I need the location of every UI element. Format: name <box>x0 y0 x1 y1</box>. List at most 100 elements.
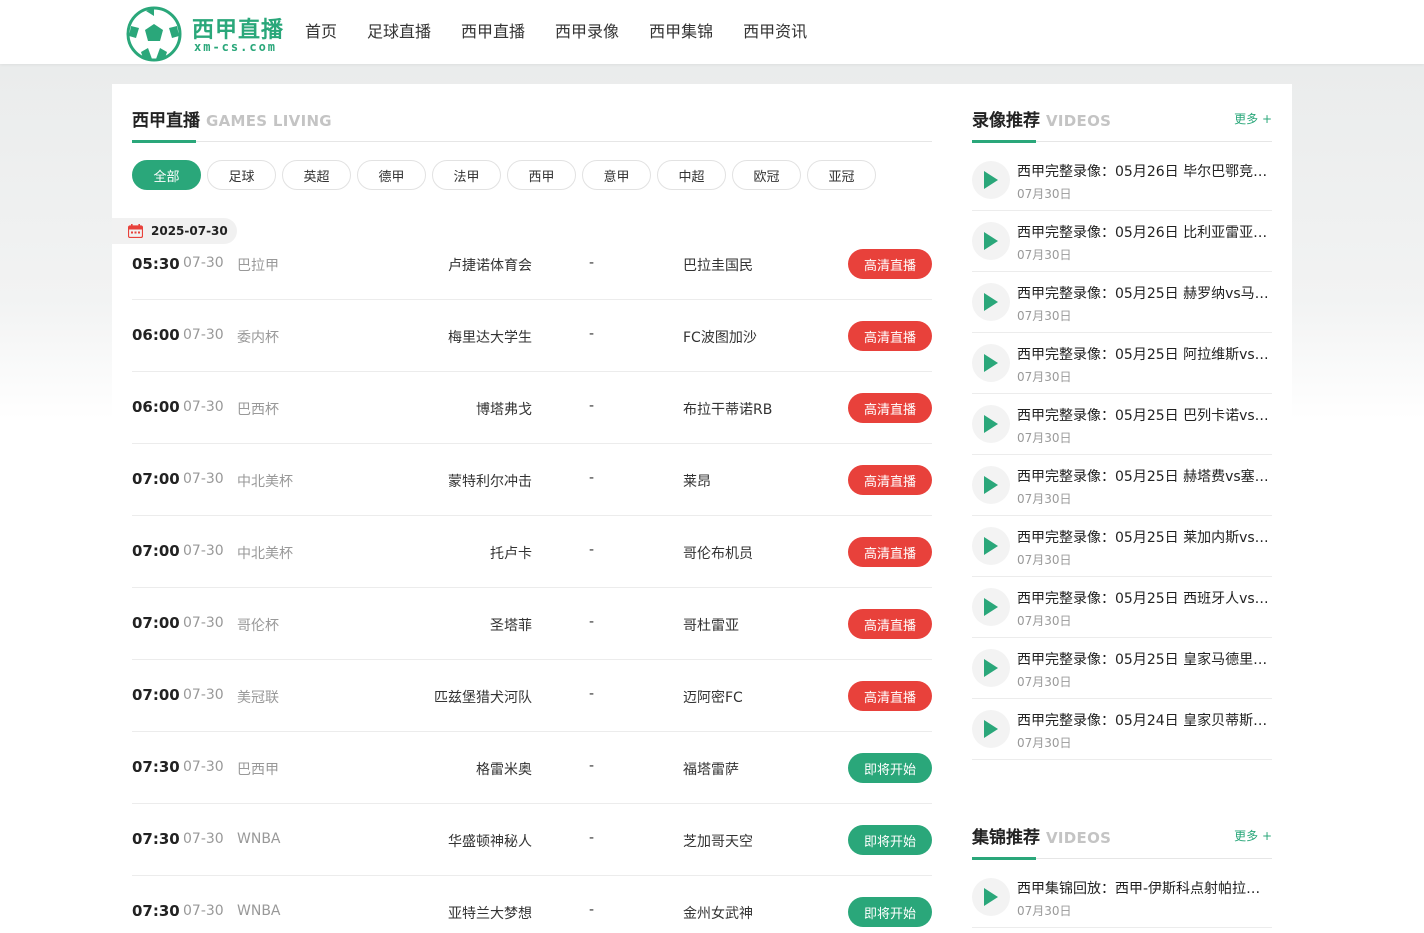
match-time: 07:00 <box>132 542 180 560</box>
away-team: 哥杜雷亚 <box>683 618 739 634</box>
hd-live-button[interactable]: 高清直播 <box>848 321 932 351</box>
match-league: 巴西甲 <box>237 762 279 778</box>
filter-ucl[interactable]: 欧冠 <box>732 160 801 190</box>
match-row[interactable]: 07:30 07-30 WNBA 华盛顿神秘人 - 芝加哥天空 即将开始 <box>132 804 932 876</box>
home-team: 卢捷诺体育会 <box>448 258 532 274</box>
starting-soon-button[interactable]: 即将开始 <box>848 753 932 783</box>
match-date: 07-30 <box>183 255 224 271</box>
nav-item-football-live[interactable]: 足球直播 <box>352 0 446 64</box>
match-league: 中北美杯 <box>237 474 293 490</box>
live-schedule-card: 西甲直播 GAMES LIVING 全部 足球 英超 德甲 法甲 西甲 意甲 中超… <box>112 84 952 933</box>
starting-soon-button[interactable]: 即将开始 <box>848 825 932 855</box>
video-title: 西甲完整录像：05月24日 皇家贝蒂斯vs瓦伦西亚 <box>1017 713 1269 729</box>
section-underline <box>132 140 196 143</box>
video-date: 07月30日 <box>1017 736 1072 750</box>
highlight-item[interactable]: 西甲集锦回放：西甲-伊斯科点射帕拉西奥斯破门 07月30日 <box>972 867 1272 928</box>
match-row[interactable]: 07:00 07-30 中北美杯 托卢卡 - 哥伦布机员 高清直播 <box>132 516 932 588</box>
match-row[interactable]: 07:30 07-30 WNBA 亚特兰大梦想 - 金州女武神 即将开始 <box>132 876 932 933</box>
video-date: 07月30日 <box>1017 614 1072 628</box>
match-league: 中北美杯 <box>237 546 293 562</box>
hd-live-button[interactable]: 高清直播 <box>848 465 932 495</box>
match-time: 06:00 <box>132 398 180 416</box>
match-row[interactable]: 06:00 07-30 巴西杯 博塔弗戈 - 布拉干蒂诺RB 高清直播 <box>132 372 932 444</box>
section-title: 录像推荐 <box>972 111 1040 131</box>
nav-item-laliga-live[interactable]: 西甲直播 <box>446 0 540 64</box>
soccer-ball-icon <box>126 6 182 62</box>
nav-item-laliga-news[interactable]: 西甲资讯 <box>728 0 822 64</box>
filter-laliga[interactable]: 西甲 <box>507 160 576 190</box>
match-date: 07-30 <box>183 327 224 343</box>
match-row[interactable]: 07:00 07-30 美冠联 匹兹堡猎犬河队 - 迈阿密FC 高清直播 <box>132 660 932 732</box>
match-row[interactable]: 07:00 07-30 哥伦杯 圣塔菲 - 哥杜雷亚 高清直播 <box>132 588 932 660</box>
match-date: 07-30 <box>183 903 224 919</box>
video-item[interactable]: 西甲完整录像：05月25日 阿拉维斯vs奥萨苏纳 07月30日 <box>972 333 1272 394</box>
match-league: 巴西杯 <box>237 402 279 418</box>
nav-item-laliga-replay[interactable]: 西甲录像 <box>540 0 634 64</box>
match-time: 07:00 <box>132 614 180 632</box>
videos-section-header: 录像推荐 VIDEOS 更多 + <box>972 106 1272 143</box>
filter-serie-a[interactable]: 意甲 <box>582 160 651 190</box>
match-time: 07:30 <box>132 758 180 776</box>
hd-live-button[interactable]: 高清直播 <box>848 393 932 423</box>
match-league: 巴拉甲 <box>237 258 279 274</box>
play-icon <box>972 466 1010 504</box>
videos-recommend-card: 录像推荐 VIDEOS 更多 + 西甲完整录像：05月26日 毕尔巴鄂竞技vs塞尔… <box>952 84 1292 780</box>
filter-csl[interactable]: 中超 <box>657 160 726 190</box>
more-videos-link[interactable]: 更多 + <box>1234 110 1272 127</box>
play-icon <box>972 161 1010 199</box>
match-league: WNBA <box>237 831 281 847</box>
nav-item-home[interactable]: 首页 <box>290 0 352 64</box>
hd-live-button[interactable]: 高清直播 <box>848 249 932 279</box>
highlight-date: 07月30日 <box>1017 904 1072 918</box>
filter-football[interactable]: 足球 <box>207 160 276 190</box>
hd-live-button[interactable]: 高清直播 <box>848 681 932 711</box>
match-league: WNBA <box>237 903 281 919</box>
schedule-date: 2025-07-30 <box>151 224 228 238</box>
filter-bundesliga[interactable]: 德甲 <box>357 160 426 190</box>
video-item[interactable]: 西甲完整录像：05月26日 比利亚雷亚尔vs塞维利亚 07月30日 <box>972 211 1272 272</box>
home-team: 格雷米奥 <box>476 762 532 778</box>
play-icon <box>972 649 1010 687</box>
starting-soon-button[interactable]: 即将开始 <box>848 897 932 927</box>
filter-all[interactable]: 全部 <box>132 160 201 190</box>
filter-premier-league[interactable]: 英超 <box>282 160 351 190</box>
play-icon <box>972 588 1010 626</box>
home-team: 蒙特利尔冲击 <box>448 474 532 490</box>
match-date: 07-30 <box>183 759 224 775</box>
video-item[interactable]: 西甲完整录像：05月25日 皇家马德里vs皇家社会 07月30日 <box>972 638 1272 699</box>
filter-ligue1[interactable]: 法甲 <box>432 160 501 190</box>
video-item[interactable]: 西甲完整录像：05月25日 巴列卡诺vs马洛卡 07月30日 <box>972 394 1272 455</box>
home-team: 梅里达大学生 <box>448 330 532 346</box>
video-item[interactable]: 西甲完整录像：05月25日 赫罗纳vs马德里竞技 07月30日 <box>972 272 1272 333</box>
more-highlights-link[interactable]: 更多 + <box>1234 827 1272 844</box>
hd-live-button[interactable]: 高清直播 <box>848 537 932 567</box>
versus-separator: - <box>589 398 595 414</box>
match-row[interactable]: 05:30 07-30 巴拉甲 卢捷诺体育会 - 巴拉圭国民 高清直播 <box>132 244 932 300</box>
video-title: 西甲完整录像：05月25日 巴列卡诺vs马洛卡 <box>1017 408 1269 424</box>
video-item[interactable]: 西甲完整录像：05月24日 皇家贝蒂斯vs瓦伦西亚 07月30日 <box>972 699 1272 760</box>
match-league: 美冠联 <box>237 690 279 706</box>
video-item[interactable]: 西甲完整录像：05月25日 西班牙人vs拉斯帕尔马斯 07月30日 <box>972 577 1272 638</box>
nav-item-laliga-highlights[interactable]: 西甲集锦 <box>634 0 728 64</box>
versus-separator: - <box>589 686 595 702</box>
home-team: 博塔弗戈 <box>476 402 532 418</box>
section-title: 集锦推荐 <box>972 828 1040 848</box>
away-team: 金州女武神 <box>683 906 753 922</box>
video-date: 07月30日 <box>1017 187 1072 201</box>
highlight-title: 西甲集锦回放：西甲-伊斯科点射帕拉西奥斯破门 <box>1017 881 1269 897</box>
site-logo[interactable]: 西甲直播 xm-cs.com <box>126 4 286 62</box>
match-list: 05:30 07-30 巴拉甲 卢捷诺体育会 - 巴拉圭国民 高清直播 06:0… <box>132 244 932 933</box>
video-date: 07月30日 <box>1017 248 1072 262</box>
match-time: 05:30 <box>132 255 180 273</box>
filter-acl[interactable]: 亚冠 <box>807 160 876 190</box>
match-row[interactable]: 07:00 07-30 中北美杯 蒙特利尔冲击 - 莱昂 高清直播 <box>132 444 932 516</box>
video-item[interactable]: 西甲完整录像：05月25日 赫塔费vs塞尔塔 07月30日 <box>972 455 1272 516</box>
match-row[interactable]: 07:30 07-30 巴西甲 格雷米奥 - 福塔雷萨 即将开始 <box>132 732 932 804</box>
video-item[interactable]: 西甲完整录像：05月25日 莱加内斯vs瓦伦西亚 07月30日 <box>972 516 1272 577</box>
video-item[interactable]: 西甲完整录像：05月26日 毕尔巴鄂竞技vs塞尔塔 07月30日 <box>972 150 1272 211</box>
hd-live-button[interactable]: 高清直播 <box>848 609 932 639</box>
play-icon <box>972 710 1010 748</box>
live-section-header: 西甲直播 GAMES LIVING <box>132 106 932 143</box>
match-row[interactable]: 06:00 07-30 委内杯 梅里达大学生 - FC波图加沙 高清直播 <box>132 300 932 372</box>
video-title: 西甲完整录像：05月25日 莱加内斯vs瓦伦西亚 <box>1017 530 1269 546</box>
